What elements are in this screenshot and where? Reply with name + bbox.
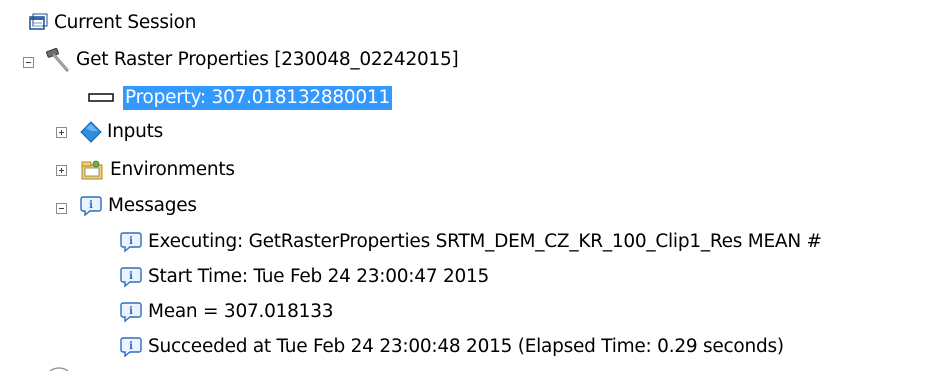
info-icon: i	[120, 337, 142, 358]
environments-folder-icon	[81, 160, 103, 180]
tree-node-label: Messages	[108, 195, 197, 216]
collapse-toggle-tool[interactable]	[23, 57, 34, 68]
info-icon: i	[120, 232, 142, 253]
tree-node-environments[interactable]: Environments	[80, 153, 237, 187]
tree-node-label: Environments	[110, 159, 235, 180]
svg-text:i: i	[89, 200, 93, 211]
message-text: Succeeded at Tue Feb 24 23:00:48 2015 (E…	[148, 336, 784, 357]
message-text: Executing: GetRasterProperties SRTM_DEM_…	[148, 231, 822, 252]
message-item[interactable]: i Start Time: Tue Feb 24 23:00:47 2015	[120, 260, 491, 294]
svg-text:i: i	[129, 236, 133, 247]
info-icon: i	[80, 196, 102, 217]
tree-node-messages[interactable]: i Messages	[80, 189, 199, 223]
geoprocessing-results-tree: Current Session Get Raster Properties [2…	[0, 0, 945, 371]
message-text: Mean = 307.018133	[148, 301, 334, 322]
message-item[interactable]: i Executing: GetRasterProperties SRTM_DE…	[120, 225, 824, 259]
message-item[interactable]: i Succeeded at Tue Feb 24 23:00:48 2015 …	[120, 330, 786, 364]
tree-node-property[interactable]: Property: 307.018132880011	[88, 81, 392, 115]
partial-node-icon	[49, 367, 69, 371]
tree-node-label: Get Raster Properties [230048_02242015]	[76, 49, 459, 70]
info-icon: i	[120, 267, 142, 288]
svg-text:i: i	[129, 341, 133, 352]
tree-node-label: Inputs	[107, 121, 164, 142]
tree-node-get-raster-properties[interactable]: Get Raster Properties [230048_02242015]	[44, 43, 461, 77]
tree-node-label: Current Session	[54, 12, 197, 33]
session-icon	[29, 13, 48, 30]
tree-node-current-session[interactable]: Current Session	[28, 6, 198, 40]
expand-toggle-inputs[interactable]	[56, 127, 67, 138]
inputs-diamond-icon	[80, 121, 102, 143]
expand-toggle-environments[interactable]	[56, 165, 67, 176]
message-text: Start Time: Tue Feb 24 23:00:47 2015	[148, 266, 490, 287]
output-parameter-icon	[88, 93, 114, 102]
svg-text:i: i	[129, 306, 133, 317]
svg-text:i: i	[129, 271, 133, 282]
message-item[interactable]: i Mean = 307.018133	[120, 295, 335, 329]
collapse-toggle-messages[interactable]	[56, 203, 67, 214]
tree-node-inputs[interactable]: Inputs	[80, 115, 165, 149]
info-icon: i	[120, 302, 142, 323]
hammer-icon	[46, 48, 69, 72]
tree-node-label-selected: Property: 307.018132880011	[123, 86, 392, 110]
